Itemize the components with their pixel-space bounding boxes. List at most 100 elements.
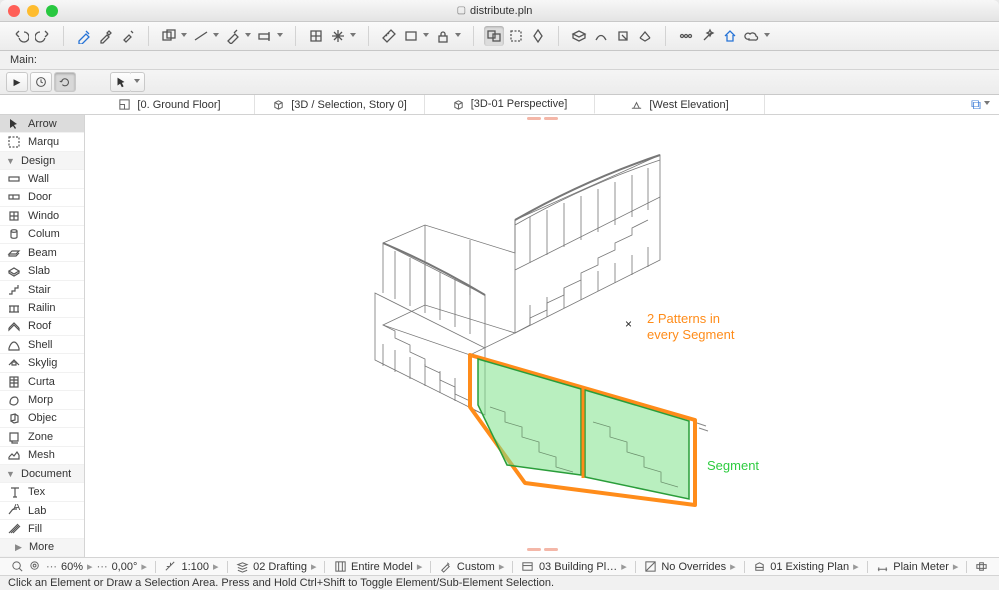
- nav-toolbar: ▶: [0, 70, 999, 95]
- home-button[interactable]: [720, 26, 740, 46]
- tool-object[interactable]: Objec: [0, 410, 84, 428]
- zoom-value: 60%: [61, 561, 83, 573]
- tool-label: Windo: [28, 210, 59, 222]
- mvo-value: 03 Building Pl…: [539, 561, 617, 573]
- floorplan-icon: [118, 98, 131, 111]
- tool-wall[interactable]: Wall: [0, 170, 84, 188]
- model-filter-selector[interactable]: Entire Model ▸: [329, 560, 426, 574]
- tool-fill[interactable]: Fill: [0, 520, 84, 538]
- show-selection-button[interactable]: [506, 26, 526, 46]
- zoom-window-button[interactable]: [46, 5, 58, 17]
- shell-icon: [6, 337, 22, 353]
- cloud-dropdown[interactable]: [742, 26, 772, 46]
- align-button[interactable]: [528, 26, 548, 46]
- layer-combo-selector[interactable]: 02 Drafting ▸: [231, 560, 320, 574]
- tool-mesh[interactable]: Mesh: [0, 447, 84, 465]
- angle-value: 0,00°: [112, 561, 138, 573]
- viewport-3d[interactable]: × 2 Patterns in every Segment Segment: [85, 115, 999, 557]
- tool-roof[interactable]: Roof: [0, 318, 84, 336]
- disclosure-icon: ▶: [14, 542, 23, 553]
- ruler-button[interactable]: [379, 26, 399, 46]
- cutaway-button[interactable]: [591, 26, 611, 46]
- tool-morph[interactable]: Morp: [0, 391, 84, 409]
- lock-dropdown[interactable]: [433, 26, 463, 46]
- tool-beam[interactable]: Beam: [0, 244, 84, 262]
- tab-overflow[interactable]: ⧉: [949, 95, 999, 114]
- nav-refresh-button[interactable]: [54, 72, 76, 92]
- inject-parameters-button[interactable]: [118, 26, 138, 46]
- distribute-button[interactable]: [676, 26, 696, 46]
- rectangle-dropdown[interactable]: [401, 26, 431, 46]
- undo-button[interactable]: [11, 26, 31, 46]
- dimension-selector[interactable]: Plain Meter ▸: [871, 560, 962, 574]
- panel-handle-top[interactable]: [524, 117, 560, 124]
- pick-parameters-button[interactable]: [74, 26, 94, 46]
- tool-shell[interactable]: Shell: [0, 336, 84, 354]
- door-icon: [6, 189, 22, 205]
- grid-snap-button[interactable]: [306, 26, 326, 46]
- tool-skylight[interactable]: Skylig: [0, 354, 84, 372]
- snap-dropdown[interactable]: [328, 26, 358, 46]
- minimize-window-button[interactable]: [27, 5, 39, 17]
- cursor-button[interactable]: [110, 72, 132, 92]
- nav-back-button[interactable]: ▶: [6, 72, 28, 92]
- stair-icon: [6, 282, 22, 298]
- model-filter-value: Entire Model: [351, 561, 413, 573]
- mvo-selector[interactable]: 03 Building Pl… ▸: [517, 560, 631, 574]
- infobar-main-label: Main:: [10, 54, 37, 66]
- panel-handle-bottom[interactable]: [524, 548, 560, 555]
- window-title-text: distribute.pln: [470, 5, 532, 17]
- tab-ground-floor[interactable]: [0. Ground Floor]: [85, 95, 255, 114]
- scale-selector[interactable]: 1:100 ▸: [159, 560, 222, 574]
- slab-icon: [6, 263, 22, 279]
- penset-selector[interactable]: Custom ▸: [435, 560, 508, 574]
- tab-3d-perspective[interactable]: [3D-01 Perspective]: [425, 95, 595, 114]
- suspend-groups-button[interactable]: [484, 26, 504, 46]
- tab-west-elevation[interactable]: [West Elevation]: [595, 95, 765, 114]
- magic-wand-button[interactable]: [698, 26, 718, 46]
- edit-plane-button[interactable]: [569, 26, 589, 46]
- switch-plane-button[interactable]: [635, 26, 655, 46]
- wall-end-dropdown[interactable]: [255, 26, 285, 46]
- tool-label: Mesh: [28, 449, 55, 461]
- close-window-button[interactable]: [8, 5, 20, 17]
- structural-selector[interactable]: [971, 560, 993, 574]
- toolbox-section-label: Document: [21, 468, 71, 480]
- tool-zone[interactable]: Zone: [0, 428, 84, 446]
- toolbox-more[interactable]: ▶ More: [0, 539, 84, 557]
- renovation-selector[interactable]: 01 Existing Plan ▸: [748, 560, 862, 574]
- tool-railing[interactable]: Railin: [0, 299, 84, 317]
- tool-curtain-wall[interactable]: Curta: [0, 373, 84, 391]
- annotation-close-mark[interactable]: ×: [625, 317, 632, 331]
- fill-dropdown[interactable]: [223, 26, 253, 46]
- tab-3d-selection[interactable]: [3D / Selection, Story 0]: [255, 95, 425, 114]
- tool-slab[interactable]: Slab: [0, 262, 84, 280]
- tool-arrow[interactable]: Arrow: [0, 115, 84, 133]
- tool-marquee[interactable]: Marqu: [0, 133, 84, 151]
- beam-icon: [6, 245, 22, 261]
- redo-button[interactable]: [33, 26, 53, 46]
- tool-label: Fill: [28, 523, 42, 535]
- tool-label: Shell: [28, 339, 52, 351]
- marquee-icon: [6, 134, 22, 150]
- line-dropdown[interactable]: [191, 26, 221, 46]
- toolbox-design-header[interactable]: ▼ Design: [0, 152, 84, 170]
- tool-label: Skylig: [28, 357, 57, 369]
- tool-window[interactable]: Windo: [0, 207, 84, 225]
- cursor-dropdown[interactable]: [131, 72, 145, 92]
- layers-icon: [235, 560, 249, 574]
- eyedropper-button[interactable]: [96, 26, 116, 46]
- tool-column[interactable]: Colum: [0, 226, 84, 244]
- tab-label: [0. Ground Floor]: [137, 99, 220, 111]
- label-icon: A1: [6, 503, 22, 519]
- tool-label[interactable]: A1Lab: [0, 502, 84, 520]
- nav-history-button[interactable]: [30, 72, 52, 92]
- override-selector[interactable]: No Overrides ▸: [639, 560, 739, 574]
- reset-plane-button[interactable]: [613, 26, 633, 46]
- trace-dropdown[interactable]: [159, 26, 189, 46]
- zoom-controls[interactable]: ⋯ 60% ▸ ⋯ 0,00° ▸: [6, 560, 151, 574]
- tool-text[interactable]: Tex: [0, 483, 84, 501]
- toolbox-document-header[interactable]: ▼ Document: [0, 465, 84, 483]
- tool-stair[interactable]: Stair: [0, 281, 84, 299]
- tool-door[interactable]: Door: [0, 189, 84, 207]
